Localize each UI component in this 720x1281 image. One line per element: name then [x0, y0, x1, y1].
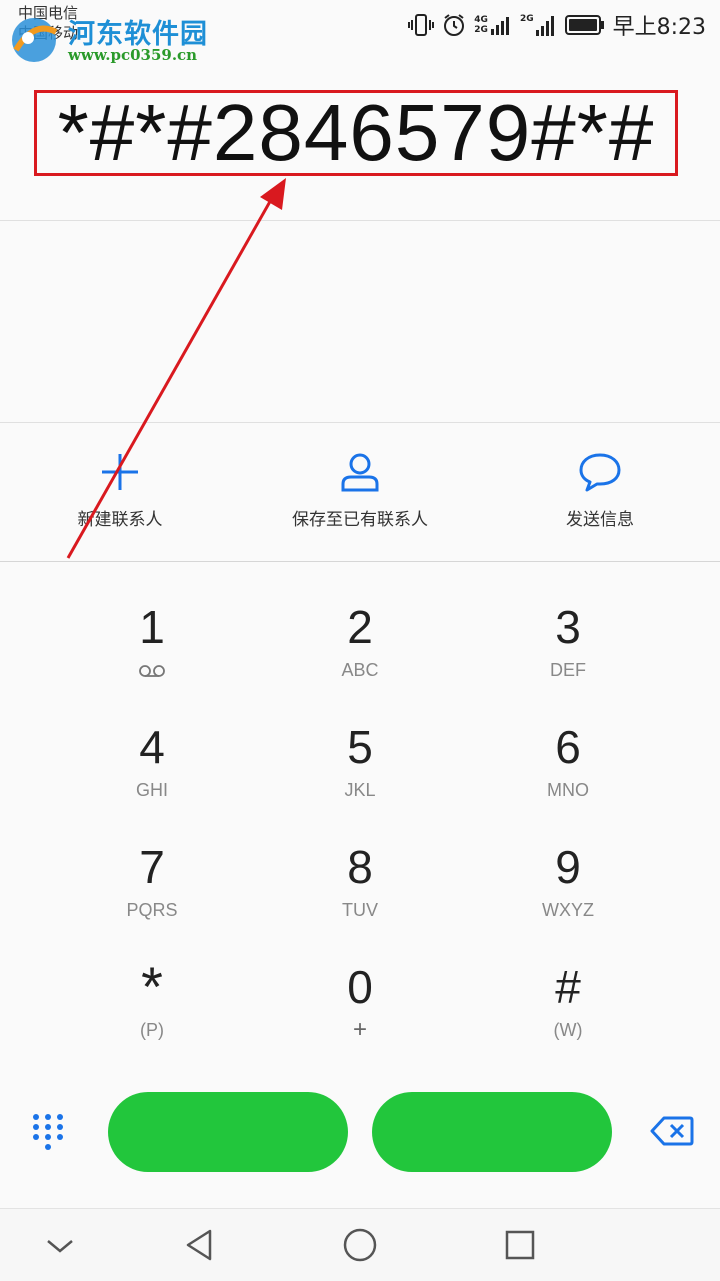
- alarm-icon: [444, 14, 465, 36]
- key-digit: 2: [347, 601, 373, 653]
- save-to-existing-contact-label: 保存至已有联系人: [292, 510, 428, 530]
- key-letters: TUV: [342, 900, 378, 920]
- key-hash[interactable]: # (W): [448, 922, 688, 1042]
- vibrate-icon: [408, 14, 435, 36]
- network-2g-indicator: 2G: [520, 14, 557, 36]
- key-7[interactable]: 7 PQRS: [32, 802, 272, 922]
- network-type-2: 2G: [474, 25, 488, 35]
- person-icon: [341, 453, 379, 492]
- message-icon: [579, 453, 621, 492]
- dialed-number[interactable]: *#*#2846579#*#: [58, 93, 655, 173]
- network-type-3: 2G: [519, 14, 534, 24]
- key-5[interactable]: 5 JKL: [240, 682, 480, 802]
- action-row: 新建联系人 保存至已有联系人 发送信息: [0, 423, 720, 562]
- key-letters: ABC: [341, 660, 379, 680]
- signal-icon: [490, 17, 509, 35]
- battery-icon: [564, 15, 604, 35]
- network-type-1: 4G: [474, 15, 488, 25]
- recent-apps-icon[interactable]: [500, 1225, 540, 1265]
- home-icon[interactable]: [340, 1225, 380, 1265]
- voicemail-icon: [139, 665, 165, 677]
- key-6[interactable]: 6 MNO: [448, 682, 688, 802]
- chevron-down-icon[interactable]: [40, 1225, 80, 1265]
- key-digit: 7: [139, 841, 165, 893]
- key-digit: 8: [347, 841, 373, 893]
- navigation-bar: [0, 1208, 720, 1281]
- number-highlight-box: *#*#2846579#*#: [34, 90, 678, 176]
- dial-keypad: 1 2 ABC 3 DEF 4 GHI 5 JKL 6 MNO 7 PQRS 8…: [0, 562, 720, 1082]
- status-icons: 4G 2G 2G 早上8:23: [408, 8, 706, 42]
- network-4g-26-indicator: 4G 2G: [474, 15, 512, 35]
- plus-icon: [102, 454, 138, 490]
- new-contact-button[interactable]: 新建联系人: [0, 423, 240, 561]
- send-message-button[interactable]: 发送信息: [480, 423, 720, 561]
- key-2[interactable]: 2 ABC: [240, 562, 480, 682]
- keypad-toggle-icon[interactable]: [30, 1112, 66, 1152]
- key-3[interactable]: 3 DEF: [448, 562, 688, 682]
- key-digit: 3: [555, 601, 581, 653]
- key-digit: 9: [555, 841, 581, 893]
- new-contact-label: 新建联系人: [77, 510, 163, 530]
- key-digit: 0: [347, 961, 373, 1013]
- key-star[interactable]: * (P): [32, 922, 272, 1042]
- save-to-existing-contact-button[interactable]: 保存至已有联系人: [240, 423, 480, 561]
- key-letters: JKL: [344, 780, 376, 800]
- key-digit: 5: [347, 721, 373, 773]
- key-digit: #: [555, 961, 581, 1013]
- key-letters: DEF: [550, 660, 586, 680]
- call-bar: [0, 1082, 720, 1208]
- key-digit: 1: [139, 601, 165, 653]
- call-button-sim2[interactable]: [372, 1092, 612, 1172]
- key-letters: +: [352, 1016, 367, 1043]
- backspace-icon[interactable]: [650, 1116, 694, 1146]
- send-message-label: 发送信息: [566, 510, 634, 530]
- key-digit: *: [141, 955, 163, 1018]
- key-letters: GHI: [135, 780, 168, 800]
- key-digit: 4: [139, 721, 165, 773]
- key-4[interactable]: 4 GHI: [32, 682, 272, 802]
- call-button-sim1[interactable]: [108, 1092, 348, 1172]
- key-9[interactable]: 9 WXYZ: [448, 802, 688, 922]
- suggestions-area: [0, 221, 720, 423]
- clock: 早上8:23: [612, 15, 706, 40]
- key-1[interactable]: 1: [32, 562, 272, 682]
- number-display-area: *#*#2846579#*#: [0, 50, 720, 221]
- key-letters: PQRS: [126, 900, 178, 920]
- key-digit: 6: [555, 721, 581, 773]
- signal-icon-2: [535, 16, 554, 36]
- key-8[interactable]: 8 TUV: [240, 802, 480, 922]
- key-letters: MNO: [547, 780, 589, 800]
- back-icon[interactable]: [180, 1225, 220, 1265]
- key-0[interactable]: 0 +: [240, 922, 480, 1042]
- key-letters: (W): [553, 1020, 583, 1040]
- key-letters: (P): [140, 1020, 164, 1040]
- key-letters: WXYZ: [542, 900, 594, 920]
